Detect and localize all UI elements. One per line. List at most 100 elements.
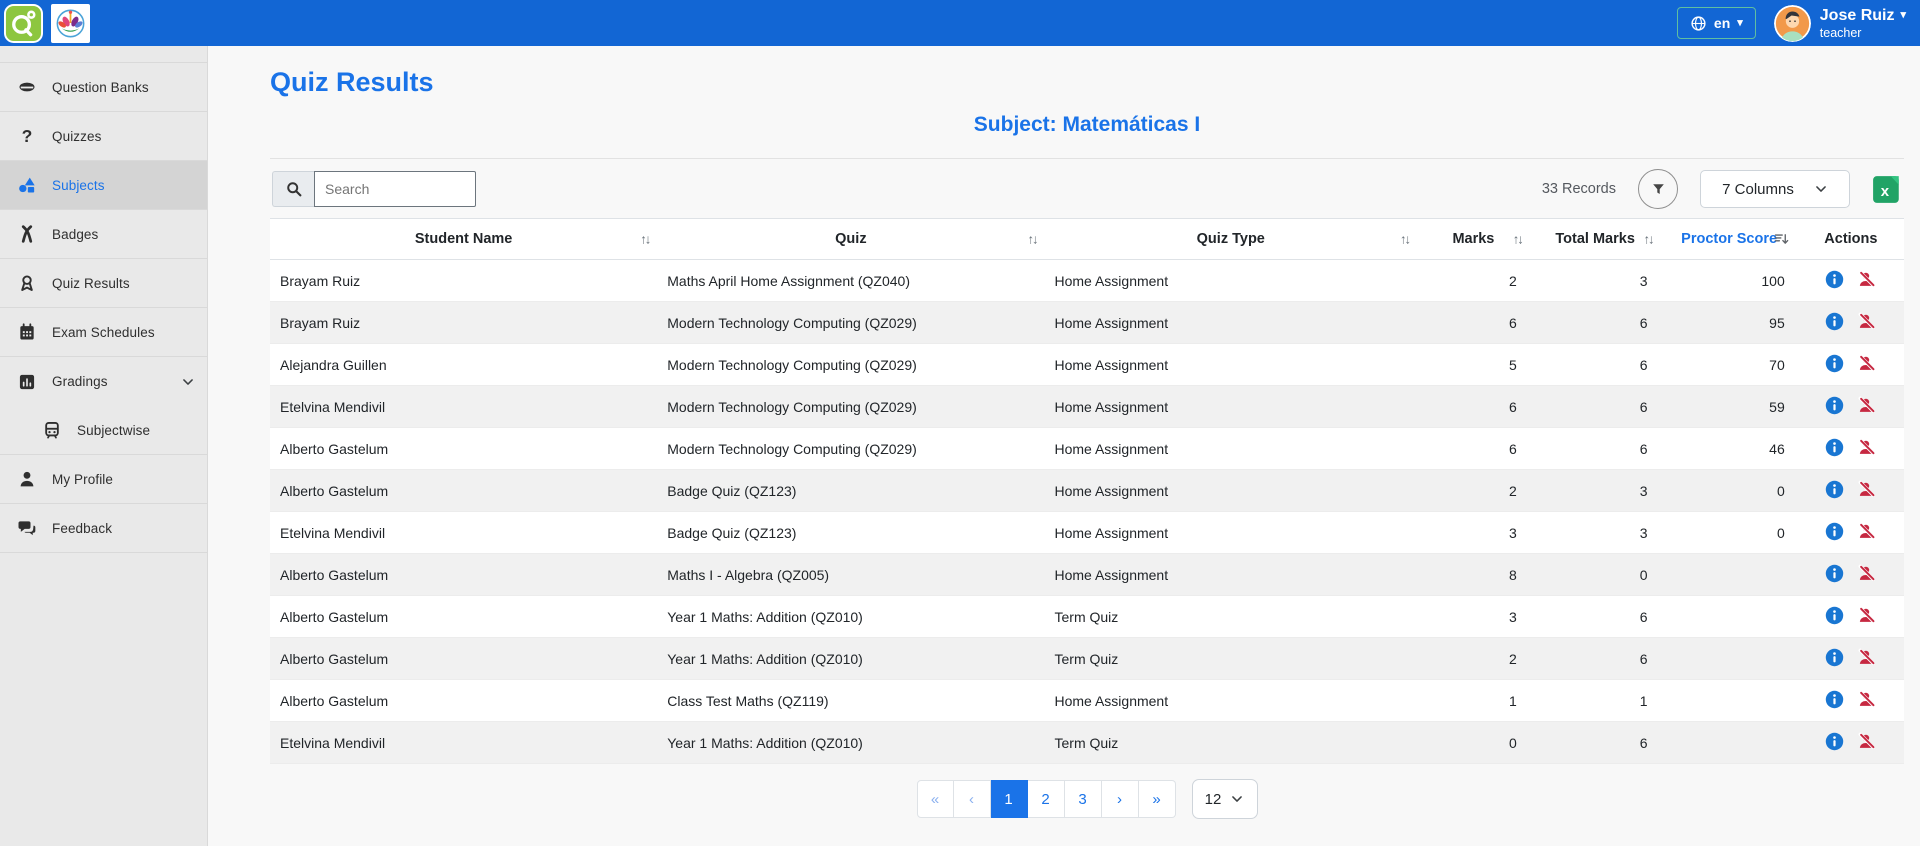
column-header-student-name[interactable]: Student Name↑↓: [270, 219, 657, 260]
sidebar-item-feedback[interactable]: Feedback: [0, 504, 207, 553]
cell-proctor-score: 59: [1661, 386, 1798, 428]
sort-icon[interactable]: ↑↓: [1400, 232, 1409, 247]
proctor-off-icon[interactable]: [1857, 354, 1876, 373]
filter-button[interactable]: [1638, 169, 1678, 209]
cell-student-name: Alberto Gastelum: [270, 680, 657, 722]
sidebar-item-my-profile[interactable]: My Profile: [0, 455, 207, 504]
info-icon[interactable]: [1825, 648, 1844, 667]
column-header-quiz-type[interactable]: Quiz Type↑↓: [1045, 219, 1418, 260]
cell-actions: [1798, 428, 1904, 470]
user-role: teacher: [1820, 26, 1906, 40]
gradings-icon: [17, 372, 37, 392]
page-3-button[interactable]: 3: [1065, 780, 1102, 818]
sidebar-item-quizzes[interactable]: Quizzes: [0, 112, 207, 161]
proctor-off-icon[interactable]: [1857, 564, 1876, 583]
cell-quiz: Class Test Maths (QZ119): [657, 680, 1044, 722]
brand-logos: [4, 4, 90, 43]
chevron-down-icon: ▾: [1737, 18, 1743, 29]
results-table: Student Name↑↓Quiz↑↓Quiz Type↑↓Marks↑↓To…: [270, 218, 1904, 764]
proctor-off-icon[interactable]: [1857, 396, 1876, 415]
search-icon: [285, 180, 303, 198]
info-icon[interactable]: [1825, 564, 1844, 583]
page-1-button[interactable]: 1: [991, 780, 1028, 818]
sidebar-item-label: Subjects: [52, 178, 105, 193]
sidebar-item-subjects[interactable]: Subjects: [0, 161, 207, 210]
proctor-off-icon[interactable]: [1857, 732, 1876, 751]
sort-icon[interactable]: ↑↓: [1028, 232, 1037, 247]
cell-total-marks: 6: [1530, 638, 1661, 680]
cell-student-name: Alberto Gastelum: [270, 554, 657, 596]
cell-proctor-score: 100: [1661, 260, 1798, 302]
sidebar-item-exam-schedules[interactable]: Exam Schedules: [0, 308, 207, 357]
page-size-value: 12: [1205, 791, 1222, 808]
cell-marks: 6: [1417, 386, 1530, 428]
table-row: Etelvina MendivilYear 1 Maths: Addition …: [270, 722, 1904, 764]
info-icon[interactable]: [1825, 270, 1844, 289]
info-icon[interactable]: [1825, 690, 1844, 709]
sort-icon[interactable]: ↑↓: [640, 232, 649, 247]
cell-total-marks: 6: [1530, 722, 1661, 764]
cell-quiz: Modern Technology Computing (QZ029): [657, 386, 1044, 428]
column-header-marks[interactable]: Marks↑↓: [1417, 219, 1530, 260]
info-icon[interactable]: [1825, 396, 1844, 415]
cell-student-name: Alejandra Guillen: [270, 344, 657, 386]
info-icon[interactable]: [1825, 438, 1844, 457]
sidebar-item-question-banks[interactable]: Question Banks: [0, 63, 207, 112]
page-2-button[interactable]: 2: [1028, 780, 1065, 818]
proctor-off-icon[interactable]: [1857, 270, 1876, 289]
cell-marks: 3: [1417, 512, 1530, 554]
cell-total-marks: 3: [1530, 260, 1661, 302]
column-header-total-marks[interactable]: Total Marks↑↓: [1530, 219, 1661, 260]
user-name: Jose Ruiz: [1820, 7, 1895, 25]
school-lotus-logo[interactable]: [51, 4, 90, 43]
proctor-off-icon[interactable]: [1857, 438, 1876, 457]
search-input[interactable]: [314, 171, 476, 207]
user-menu[interactable]: Jose Ruiz ▾ teacher: [1774, 5, 1906, 42]
info-icon[interactable]: [1825, 480, 1844, 499]
proctor-off-icon[interactable]: [1857, 648, 1876, 667]
column-header-quiz[interactable]: Quiz↑↓: [657, 219, 1044, 260]
cell-marks: 2: [1417, 260, 1530, 302]
info-icon[interactable]: [1825, 354, 1844, 373]
proctor-off-icon[interactable]: [1857, 480, 1876, 499]
page-next-button[interactable]: ›: [1102, 780, 1139, 818]
info-icon[interactable]: [1825, 522, 1844, 541]
page-last-button[interactable]: »: [1139, 780, 1176, 818]
exam-schedules-icon: [17, 322, 37, 342]
table-header-row: Student Name↑↓Quiz↑↓Quiz Type↑↓Marks↑↓To…: [270, 219, 1904, 260]
cell-student-name: Etelvina Mendivil: [270, 512, 657, 554]
search-button[interactable]: [272, 171, 314, 207]
sidebar-item-badges[interactable]: Badges: [0, 210, 207, 259]
info-icon[interactable]: [1825, 732, 1844, 751]
sidebar-item-subjectwise[interactable]: Subjectwise: [0, 406, 207, 455]
column-header-proctor-score[interactable]: Proctor Score: [1661, 219, 1798, 260]
quiz-app-logo[interactable]: [4, 4, 43, 43]
sort-icon[interactable]: ↑↓: [1513, 232, 1522, 247]
cell-total-marks: 6: [1530, 596, 1661, 638]
proctor-off-icon[interactable]: [1857, 606, 1876, 625]
table-row: Alberto GastelumClass Test Maths (QZ119)…: [270, 680, 1904, 722]
sidebar-item-gradings[interactable]: Gradings: [0, 357, 207, 406]
top-navbar: en ▾ Jose Ruiz ▾ teacher: [0, 0, 1920, 46]
page-size-select[interactable]: 12: [1192, 779, 1258, 819]
cell-total-marks: 6: [1530, 386, 1661, 428]
cell-quiz-type: Home Assignment: [1045, 260, 1418, 302]
sidebar-item-label: Gradings: [52, 374, 108, 389]
cell-proctor-score: 70: [1661, 344, 1798, 386]
cell-quiz: Year 1 Maths: Addition (QZ010): [657, 722, 1044, 764]
language-selector[interactable]: en ▾: [1677, 7, 1756, 39]
proctor-off-icon[interactable]: [1857, 312, 1876, 331]
page-first-button[interactable]: «: [917, 780, 954, 818]
proctor-off-icon[interactable]: [1857, 690, 1876, 709]
sort-icon[interactable]: ↑↓: [1644, 232, 1653, 247]
page-prev-button[interactable]: ‹: [954, 780, 991, 818]
export-excel-button[interactable]: x: [1872, 174, 1902, 205]
sidebar-item-quiz-results[interactable]: Quiz Results: [0, 259, 207, 308]
proctor-off-icon[interactable]: [1857, 522, 1876, 541]
cell-actions: [1798, 596, 1904, 638]
info-icon[interactable]: [1825, 312, 1844, 331]
sort-descending-icon[interactable]: [1773, 231, 1790, 248]
language-label: en: [1714, 15, 1730, 31]
info-icon[interactable]: [1825, 606, 1844, 625]
columns-select[interactable]: 7 Columns: [1700, 170, 1850, 208]
